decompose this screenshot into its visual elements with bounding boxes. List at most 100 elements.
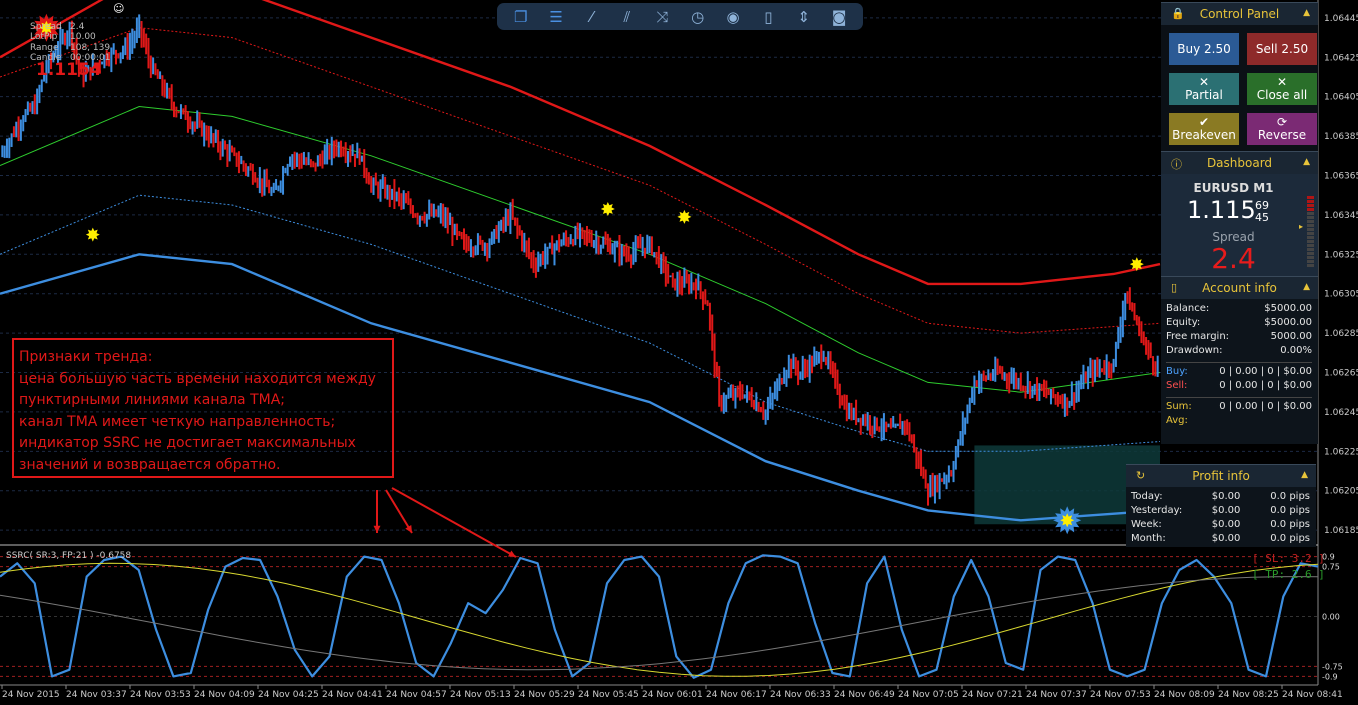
profit-money: $0.00 <box>1211 491 1241 502</box>
profit-pips: 0.0 pips <box>1270 505 1310 516</box>
chart-toolbar: ❐ ☰ ⁄ ⫽ ⤨ ◷ ◉ ▯ ⇕ ◙ <box>497 3 863 30</box>
profit-pips: 0.0 pips <box>1270 491 1310 502</box>
account-row: Drawdown: 0.00% <box>1166 345 1312 359</box>
x-tick-label: 24 Nov 04:57 <box>386 690 447 700</box>
spread-meter <box>1307 196 1314 268</box>
annotation-line: канал ТМА имеет четкую направленность; <box>19 413 336 430</box>
wallet-icon: ▯ <box>1171 281 1178 294</box>
annotation-line: Признаки тренда: <box>19 349 153 365</box>
account-value: $5000.00 <box>1264 317 1312 328</box>
control-panel-header[interactable]: 🔒 Control Panel ▲ <box>1161 2 1318 25</box>
meter-segment <box>1307 200 1314 203</box>
info-label: Range <box>30 42 59 53</box>
info-value: 2.4 <box>70 22 85 32</box>
buy-2-50-button[interactable]: Buy 2.50 <box>1169 33 1239 65</box>
ssrc-level-label: -0.75 <box>1322 662 1343 671</box>
profit-header[interactable]: ↻ Profit info ▲ <box>1126 464 1316 487</box>
ssrc-level-label: -0.9 <box>1322 672 1338 681</box>
y-tick-label: 1.06265 <box>1324 369 1358 379</box>
info-value: 108, 139 <box>70 42 111 53</box>
collapse-icon[interactable]: ▲ <box>1301 470 1308 480</box>
meter-segment <box>1307 264 1314 267</box>
x-tick-label: 24 Nov 06:17 <box>706 690 767 700</box>
close-all-button[interactable]: ✕ Close all <box>1247 73 1317 105</box>
x-tick-label: 24 Nov 08:41 <box>1282 690 1343 700</box>
meter-arrow-icon: ▸ <box>1299 222 1304 231</box>
ssrc-title: SSRC( SR:3, FP:21 ) -0.6758 <box>6 551 131 561</box>
meter-segment <box>1307 244 1314 247</box>
reverse-button[interactable]: ⟳ Reverse <box>1247 113 1317 145</box>
x-tick-label: 24 Nov 04:25 <box>258 690 319 700</box>
y-tick-label: 1.06185 <box>1324 526 1358 536</box>
parallel-lines-icon[interactable]: ⫽ <box>616 6 638 28</box>
eye-icon[interactable]: ◉ <box>722 6 744 28</box>
row-label: Sell: <box>1166 380 1188 391</box>
profit-panel: ↻ Profit info ▲ Today: $0.00 0.0 pips Yeste… <box>1126 464 1316 547</box>
account-value: 5000.00 <box>1270 331 1312 342</box>
x-tick-label: 24 Nov 06:01 <box>642 690 703 700</box>
profit-label: Month: <box>1131 533 1166 544</box>
y-tick-label: 1.06205 <box>1324 487 1358 497</box>
windows-icon[interactable]: ❐ <box>510 6 532 28</box>
trash-icon[interactable]: ▯ <box>757 6 779 28</box>
meter-segment <box>1307 204 1314 207</box>
collapse-icon[interactable]: ▲ <box>1303 8 1310 18</box>
info-row: Spread 2.4 <box>30 22 110 32</box>
account-header[interactable]: ▯ Account info ▲ <box>1161 276 1318 299</box>
profit-row: Month: $0.00 0.0 pips <box>1131 533 1310 547</box>
profit-money: $0.00 <box>1211 505 1241 516</box>
y-tick-label: 1.06325 <box>1324 250 1358 260</box>
row-value: 0 | 0.00 | 0 | $0.00 <box>1219 380 1312 391</box>
breakeven-button[interactable]: ✔ Breakeven <box>1169 113 1239 145</box>
trendline-icon[interactable]: ⁄ <box>580 6 602 28</box>
info-label: Spread <box>30 22 62 32</box>
button-label: Partial <box>1185 88 1223 102</box>
meter-segment <box>1307 208 1314 211</box>
profit-money: $0.00 <box>1211 533 1241 544</box>
price-main: 1.115 <box>1187 196 1256 224</box>
info-value: 10.00 <box>70 32 96 43</box>
camera-icon[interactable]: ◙ <box>828 6 850 28</box>
row-label: Buy: <box>1166 366 1188 377</box>
x-tick-label: 24 Nov 05:45 <box>578 690 639 700</box>
collapse-icon[interactable]: ▲ <box>1303 282 1310 292</box>
annotation-line: значений и возвращается обратно. <box>19 456 281 473</box>
separator <box>1166 362 1312 363</box>
row-value: 0 | 0.00 | 0 | $0.00 <box>1219 366 1312 377</box>
y-tick-label: 1.06425 <box>1324 53 1358 63</box>
meter-segment <box>1307 196 1314 199</box>
x-tick-label: 24 Nov 03:53 <box>130 690 191 700</box>
sell-2-50-button[interactable]: Sell 2.50 <box>1247 33 1317 65</box>
x-tick-label: 24 Nov 06:33 <box>770 690 831 700</box>
collapse-icon[interactable]: ▲ <box>1303 157 1310 167</box>
x-tick-label: 24 Nov 03:37 <box>66 690 127 700</box>
dashboard-title: Dashboard <box>1206 156 1273 170</box>
dashboard-body: EURUSD M1 1.115 69 45 Spread 2.4 ▸ <box>1161 174 1318 276</box>
y-tick-label: 1.06445 <box>1324 14 1358 24</box>
account-label: Drawdown: <box>1166 345 1223 356</box>
clock-icon[interactable]: ◷ <box>687 6 709 28</box>
dashboard-header[interactable]: ⓘ Dashboard ▲ <box>1161 151 1318 174</box>
y-tick-label: 1.06245 <box>1324 408 1358 418</box>
profit-label: Week: <box>1131 519 1162 530</box>
meter-segment <box>1307 212 1314 215</box>
lock-icon: 🔒 <box>1171 7 1185 20</box>
account-row: Balance: $5000.00 <box>1166 303 1312 317</box>
meter-segment <box>1307 260 1314 263</box>
account-row: Equity: $5000.00 <box>1166 317 1312 331</box>
separator <box>1166 397 1312 398</box>
annotation-line: цена большую часть времени находится меж… <box>19 370 376 387</box>
button-label: Buy 2.50 <box>1177 41 1231 56</box>
shuffle-icon[interactable]: ⤨ <box>651 6 673 28</box>
info-icon: ⓘ <box>1171 158 1182 171</box>
x-tick-label: 24 Nov 04:41 <box>322 690 383 700</box>
partial-button[interactable]: ✕ Partial <box>1169 73 1239 105</box>
y-tick-label: 1.06365 <box>1324 171 1358 181</box>
list-icon[interactable]: ☰ <box>545 6 567 28</box>
account-label: Equity: <box>1166 317 1201 328</box>
horizontal-line-icon[interactable]: ⇕ <box>793 6 815 28</box>
spread-value: 2.4 <box>1211 242 1256 275</box>
account-value: 0.00% <box>1280 345 1312 356</box>
info-label: LotPip <box>30 32 58 43</box>
sum-row: Sum: 0 | 0.00 | 0 | $0.00 <box>1166 401 1312 415</box>
